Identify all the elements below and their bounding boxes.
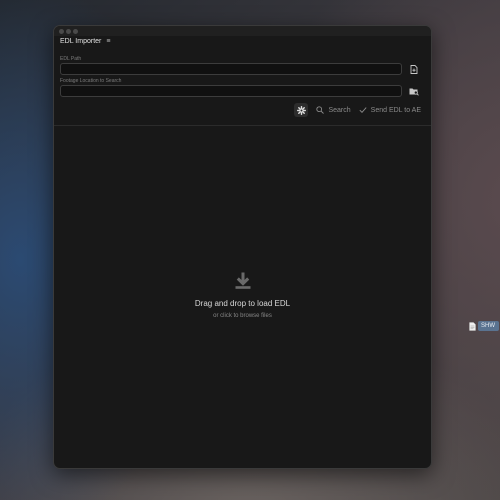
app-window: EDL Importer ≡ EDL Path Footage Location… bbox=[53, 25, 432, 469]
action-toolbar: Search Send EDL to AE bbox=[294, 103, 421, 117]
footage-location-label: Footage Location to Search bbox=[60, 78, 122, 84]
checkmark-icon bbox=[359, 107, 367, 113]
search-button[interactable]: Search bbox=[316, 106, 351, 114]
panel-header: EDL Importer ≡ bbox=[60, 38, 110, 45]
search-button-label: Search bbox=[328, 106, 351, 114]
dropzone-title: Drag and drop to load EDL bbox=[194, 299, 291, 308]
close-window-button[interactable] bbox=[59, 29, 64, 34]
browse-footage-button[interactable] bbox=[408, 85, 420, 97]
file-add-icon bbox=[410, 64, 418, 74]
desktop-file-item[interactable]: SHW bbox=[469, 321, 499, 331]
desktop-file-label: SHW bbox=[478, 321, 499, 331]
send-edl-button-label: Send EDL to AE bbox=[370, 106, 421, 114]
window-titlebar[interactable] bbox=[54, 26, 431, 36]
settings-button[interactable] bbox=[294, 103, 309, 117]
send-edl-button[interactable]: Send EDL to AE bbox=[359, 106, 421, 114]
download-icon bbox=[235, 272, 250, 289]
edl-path-input[interactable] bbox=[60, 63, 402, 75]
footage-location-input[interactable] bbox=[60, 85, 402, 97]
hamburger-icon[interactable]: ≡ bbox=[106, 38, 110, 45]
search-icon bbox=[316, 106, 325, 114]
dropzone-subtitle: or click to browse files bbox=[213, 313, 272, 319]
minimize-window-button[interactable] bbox=[66, 29, 71, 34]
zoom-window-button[interactable] bbox=[73, 29, 78, 34]
panel-title: EDL Importer bbox=[60, 38, 102, 45]
edl-dropzone[interactable]: Drag and drop to load EDL or click to br… bbox=[54, 126, 431, 468]
document-icon bbox=[469, 321, 476, 331]
browse-edl-button[interactable] bbox=[408, 63, 420, 75]
dropzone-content: Drag and drop to load EDL or click to br… bbox=[54, 272, 431, 319]
edl-path-label: EDL Path bbox=[60, 56, 82, 62]
gear-icon bbox=[296, 105, 306, 115]
folder-search-icon bbox=[409, 88, 419, 96]
